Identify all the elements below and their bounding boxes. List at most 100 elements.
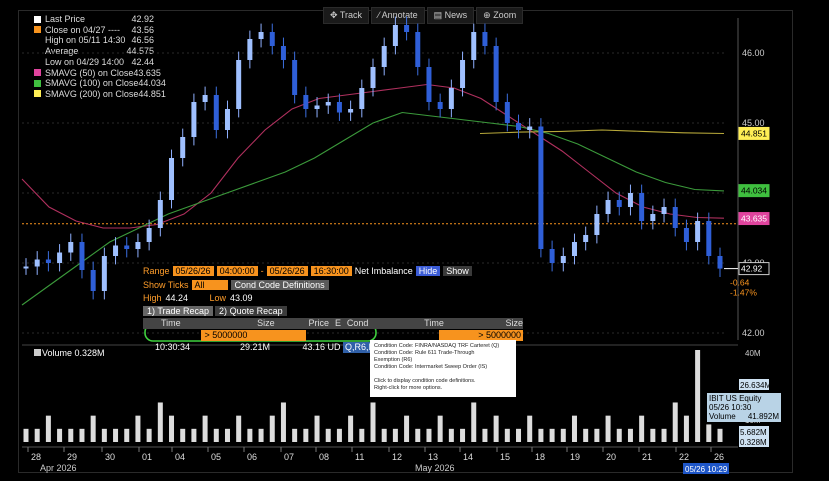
- volume-bar: [404, 415, 410, 442]
- day-label: 28: [31, 452, 41, 462]
- tooltip-line: Condition Code: Rule 611 Trade-Through: [374, 350, 475, 356]
- candle-body: [538, 126, 544, 249]
- tab-quote-label: Quote Recap: [229, 305, 283, 316]
- low-value: 43.09: [230, 292, 253, 303]
- candle-body: [650, 214, 656, 221]
- date-from-field[interactable]: 05/26/26: [172, 266, 214, 276]
- day-label: 04: [175, 452, 185, 462]
- price-badge-label: 42.92: [741, 264, 763, 274]
- volume-bar: [504, 428, 510, 442]
- tab-trade-recap[interactable]: 1) Trade Recap: [143, 305, 214, 316]
- hide-button[interactable]: Hide: [415, 266, 441, 276]
- volume-bar: [538, 428, 544, 442]
- volume-bar: [482, 428, 488, 442]
- col-time: Time: [161, 318, 181, 328]
- candle-body: [661, 207, 667, 214]
- tab-trade-label: Trade Recap: [157, 305, 210, 316]
- volume-bar: [169, 415, 175, 442]
- candle-body: [269, 32, 275, 46]
- volume-bar: [247, 428, 253, 442]
- price-badge-label: 44.034: [741, 186, 767, 196]
- volume-bar: [303, 428, 309, 442]
- candle-body: [213, 95, 219, 130]
- volume-bar: [683, 415, 689, 442]
- volume-bar: [292, 428, 298, 442]
- day-label: 29: [67, 452, 77, 462]
- day-label: 11: [355, 452, 364, 462]
- candle-body: [415, 32, 421, 67]
- candle-body: [101, 256, 107, 291]
- day-label: 01: [142, 452, 152, 462]
- day-label: 07: [284, 452, 294, 462]
- volume-bar: [34, 428, 40, 442]
- candle-body: [45, 259, 51, 263]
- cursor-date-label: 05/26 10:29: [685, 465, 728, 474]
- day-label: 20: [606, 452, 616, 462]
- candle-body: [460, 60, 466, 88]
- ticks-bar: Show Ticks All Cond Code Definitions: [143, 279, 523, 290]
- volume-bar: [348, 415, 354, 442]
- day-label: 14: [463, 452, 473, 462]
- volume-bar: [79, 428, 85, 442]
- volume-bar: [68, 428, 74, 442]
- candle-body: [348, 109, 354, 113]
- date-to-field[interactable]: 05/26/26: [266, 266, 308, 276]
- volume-bar: [639, 415, 645, 442]
- candle-body: [527, 126, 533, 130]
- tooltip-line: Condition Code: Intermarket Sweep Order …: [374, 364, 488, 370]
- candle-body: [392, 25, 398, 46]
- price-badge-label: 44.851: [741, 128, 767, 138]
- candle-body: [124, 245, 130, 249]
- volume-badge-label: 5.682M: [740, 428, 767, 437]
- price-tick-label: 46.00: [742, 48, 765, 58]
- volume-bar: [706, 424, 712, 442]
- volume-bar: [269, 415, 275, 442]
- candle-body: [113, 245, 119, 256]
- annotation-title: IBIT US Equity 05/26 10:30: [709, 394, 762, 412]
- cond-code-button[interactable]: Cond Code Definitions: [230, 279, 329, 290]
- time-to-field[interactable]: 16:30:00: [310, 266, 352, 276]
- price-chart[interactable]: 46.0045.0044.0043.0042.0044.85144.03443.…: [0, 0, 829, 481]
- volume-bar: [695, 350, 701, 442]
- time-from-field[interactable]: 04:00:00: [216, 266, 258, 276]
- volume-bar: [135, 415, 141, 442]
- tab-quote-recap[interactable]: 2) Quote Recap: [215, 305, 287, 316]
- candle-body: [583, 235, 589, 242]
- volume-bar: [437, 415, 443, 442]
- volume-bar: [101, 428, 107, 442]
- candle-body: [370, 67, 376, 88]
- candle-body: [695, 221, 701, 242]
- candle-body: [381, 46, 387, 67]
- volume-bar: [650, 428, 656, 442]
- volume-bar: [258, 428, 264, 442]
- volume-bar: [426, 428, 432, 442]
- recap-header: Time Size Price E Cond Time Size: [143, 318, 523, 329]
- candle-body: [404, 25, 410, 32]
- candle-body: [314, 105, 320, 109]
- candle-body: [717, 256, 723, 269]
- day-label: 21: [642, 452, 652, 462]
- candle-body: [236, 60, 242, 109]
- volume-bar: [370, 402, 376, 442]
- tooltip-line: Condition Code: FINRA/NASDAQ TRF Cartere…: [374, 343, 500, 349]
- volume-bar: [314, 415, 320, 442]
- volume-bar: [45, 415, 51, 442]
- candle-body: [68, 242, 74, 253]
- day-label: 19: [570, 452, 580, 462]
- recap-tabs: 1) Trade Recap 2) Quote Recap: [143, 305, 523, 316]
- candle-body: [90, 270, 96, 291]
- day-label: 22: [679, 452, 689, 462]
- volume-tick-label: 40M: [745, 349, 761, 358]
- col-price: Price: [308, 318, 330, 328]
- volume-bar: [717, 428, 723, 442]
- price-change: -0.64: [730, 278, 750, 288]
- volume-bar: [460, 428, 466, 442]
- show-button[interactable]: Show: [443, 266, 472, 276]
- volume-bar: [90, 415, 96, 442]
- volume-label: Volume 0.328M: [42, 348, 105, 358]
- size-filter[interactable]: > 5000000: [200, 330, 307, 341]
- volume-bar: [448, 428, 454, 442]
- volume-bar: [571, 415, 577, 442]
- ticks-dropdown[interactable]: All: [191, 279, 228, 290]
- volume-bar: [224, 428, 230, 442]
